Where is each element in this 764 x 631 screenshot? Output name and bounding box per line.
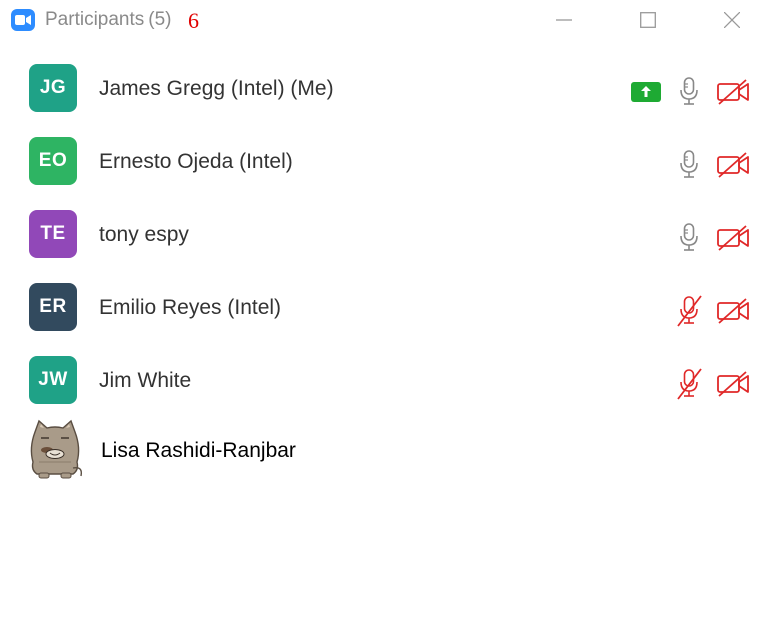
microphone-icon[interactable] xyxy=(675,149,703,181)
participant-row[interactable]: TE tony espy xyxy=(0,202,764,266)
screen-share-icon xyxy=(631,82,661,102)
participant-row[interactable]: JG James Gregg (Intel) (Me) xyxy=(0,56,764,120)
microphone-muted-icon[interactable] xyxy=(675,295,703,327)
participant-count: (5) xyxy=(148,9,172,30)
close-icon xyxy=(724,12,740,28)
participant-name: Lisa Rashidi-Ranjbar xyxy=(101,439,296,462)
video-off-icon[interactable] xyxy=(716,79,750,105)
video-off-icon[interactable] xyxy=(716,371,750,397)
participant-name: James Gregg (Intel) (Me) xyxy=(99,77,334,100)
participant-row[interactable]: JW Jim White xyxy=(0,348,764,412)
window-title: Participants (5) xyxy=(45,9,172,31)
participant-row[interactable]: EO Ernesto Ojeda (Intel) xyxy=(0,129,764,193)
participant-row[interactable]: Lisa Rashidi-Ranjbar xyxy=(0,414,764,479)
participant-name: tony espy xyxy=(99,223,189,246)
title-bar: Participants (5) 6 xyxy=(0,0,764,40)
avatar: JW xyxy=(29,356,77,404)
avatar: TE xyxy=(29,210,77,258)
avatar: EO xyxy=(29,137,77,185)
participant-row[interactable]: ER Emilio Reyes (Intel) xyxy=(0,275,764,339)
minimize-icon xyxy=(556,19,572,21)
maximize-button[interactable] xyxy=(632,6,664,34)
zoom-camera-icon xyxy=(11,9,35,31)
participant-name: Jim White xyxy=(99,369,192,392)
participant-name: Emilio Reyes (Intel) xyxy=(99,296,282,319)
minimize-button[interactable] xyxy=(548,6,580,34)
maximize-icon xyxy=(640,12,656,28)
window-title-text: Participants xyxy=(45,9,145,30)
cat-sticker-avatar xyxy=(30,419,83,479)
close-button[interactable] xyxy=(716,6,748,34)
avatar: ER xyxy=(29,283,77,331)
microphone-icon[interactable] xyxy=(675,222,703,254)
microphone-muted-icon[interactable] xyxy=(675,368,703,400)
avatar: JG xyxy=(29,64,77,112)
annotation-number: 6 xyxy=(188,8,199,33)
microphone-icon[interactable] xyxy=(675,76,703,108)
participant-name: Ernesto Ojeda (Intel) xyxy=(99,150,293,173)
video-off-icon[interactable] xyxy=(716,298,750,324)
video-off-icon[interactable] xyxy=(716,152,750,178)
video-off-icon[interactable] xyxy=(716,225,750,251)
